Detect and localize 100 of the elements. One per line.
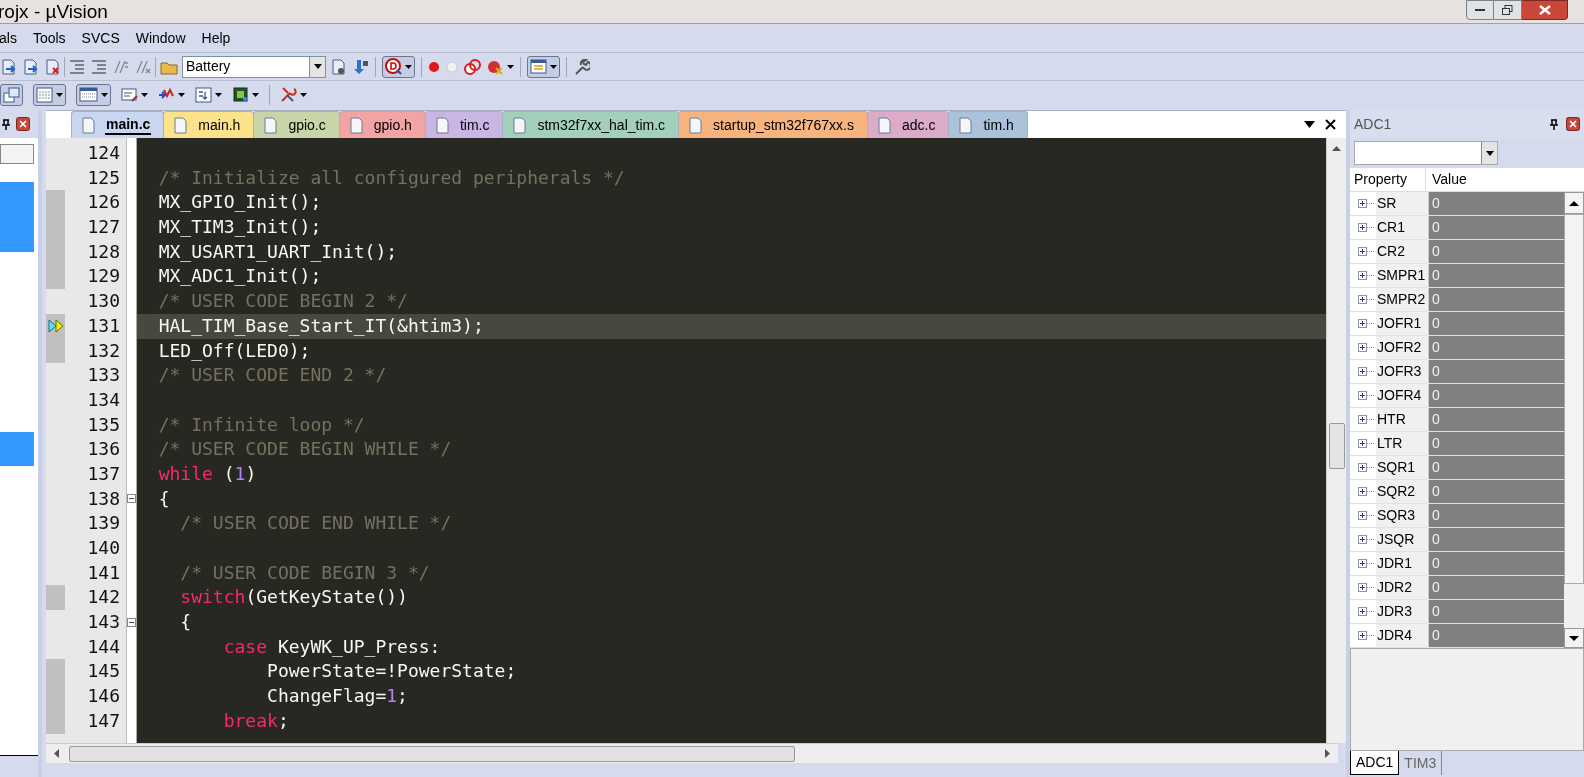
file-tab[interactable]: main.h: [163, 111, 255, 138]
register-value[interactable]: 0: [1428, 624, 1564, 647]
register-value[interactable]: 0: [1428, 312, 1564, 335]
breakpoint-cross-button[interactable]: [487, 58, 514, 75]
register-value[interactable]: 0: [1428, 456, 1564, 479]
scroll-up-icon[interactable]: [1332, 146, 1341, 151]
register-value[interactable]: 0: [1428, 528, 1564, 551]
serial-window-button[interactable]: [121, 86, 148, 103]
scroll-up-icon[interactable]: [1569, 200, 1579, 206]
expand-icon[interactable]: [1358, 607, 1374, 616]
breakpoint-icon[interactable]: [428, 60, 440, 73]
expand-icon[interactable]: [1358, 391, 1374, 400]
register-value[interactable]: 0: [1428, 264, 1564, 287]
expand-icon[interactable]: [1358, 631, 1374, 640]
file-tab[interactable]: gpio.h: [338, 111, 426, 138]
register-value[interactable]: 0: [1428, 192, 1564, 215]
register-value[interactable]: 0: [1428, 504, 1564, 527]
column-header[interactable]: Property: [1350, 168, 1426, 191]
panel-tab[interactable]: TIM3: [1399, 751, 1443, 775]
document-cross-icon[interactable]: [44, 58, 60, 75]
memory-window-button[interactable]: [33, 83, 66, 106]
close-icon[interactable]: [1566, 117, 1580, 131]
close-icon[interactable]: [16, 117, 30, 131]
expand-icon[interactable]: [1358, 511, 1374, 520]
collapse-icon[interactable]: [127, 617, 136, 627]
register-value[interactable]: 0: [1428, 288, 1564, 311]
horizontal-scrollbar[interactable]: [46, 743, 1338, 763]
file-tab[interactable]: tim.h: [948, 111, 1028, 138]
menu-item[interactable]: Window: [133, 27, 188, 49]
tools-button[interactable]: [280, 86, 307, 103]
register-value[interactable]: 0: [1428, 408, 1564, 431]
window-button[interactable]: [527, 55, 560, 78]
menu-item[interactable]: Tools: [30, 27, 68, 49]
vertical-scrollbar[interactable]: [1564, 192, 1584, 648]
register-value[interactable]: 0: [1428, 480, 1564, 503]
pin-icon[interactable]: [2, 118, 10, 130]
register-value[interactable]: 0: [1428, 384, 1564, 407]
expand-icon[interactable]: [1358, 199, 1374, 208]
windows-button[interactable]: [0, 83, 23, 106]
file-tab[interactable]: adc.c: [866, 111, 950, 138]
expand-icon[interactable]: [1358, 247, 1374, 256]
file-tab[interactable]: stm32f7xx_hal_tim.c: [502, 111, 680, 138]
register-value[interactable]: 0: [1428, 336, 1564, 359]
expand-icon[interactable]: [1358, 535, 1374, 544]
download-icon[interactable]: [352, 58, 369, 75]
register-value[interactable]: 0: [1428, 240, 1564, 263]
comment-icon[interactable]: [113, 58, 129, 75]
wrench-icon[interactable]: [573, 58, 590, 75]
scroll-thumb[interactable]: [1564, 214, 1584, 584]
menu-item[interactable]: als: [0, 27, 19, 49]
restore-button[interactable]: [1494, 0, 1522, 20]
expand-icon[interactable]: [1358, 559, 1374, 568]
indent-icon[interactable]: [69, 58, 85, 75]
register-value[interactable]: 0: [1428, 600, 1564, 623]
system-viewer-button[interactable]: [195, 86, 222, 103]
scroll-thumb[interactable]: [1328, 423, 1345, 469]
expand-icon[interactable]: [1358, 271, 1374, 280]
document-arrow-icon[interactable]: [0, 58, 16, 75]
register-value[interactable]: 0: [1428, 216, 1564, 239]
expand-icon[interactable]: [1358, 583, 1374, 592]
minimize-button[interactable]: [1466, 0, 1494, 20]
expand-icon[interactable]: [1358, 487, 1374, 496]
close-button[interactable]: [1522, 0, 1568, 20]
filter-field[interactable]: [0, 144, 34, 164]
document-arrow-icon[interactable]: [22, 58, 38, 75]
register-value[interactable]: 0: [1428, 576, 1564, 599]
expand-icon[interactable]: [1358, 415, 1374, 424]
file-tab[interactable]: main.c: [71, 111, 165, 138]
file-tab[interactable]: gpio.c: [253, 111, 340, 138]
pin-icon[interactable]: [1550, 118, 1558, 130]
uncomment-icon[interactable]: [135, 58, 151, 75]
grid-window-button[interactable]: [76, 83, 111, 106]
expand-icon[interactable]: [1358, 367, 1374, 376]
expand-icon[interactable]: [1358, 223, 1374, 232]
expand-icon[interactable]: [1358, 463, 1374, 472]
register-value[interactable]: 0: [1428, 360, 1564, 383]
debug-button[interactable]: [382, 55, 415, 78]
file-tab[interactable]: tim.c: [424, 111, 504, 138]
menu-item[interactable]: SVCS: [79, 27, 122, 49]
collapse-icon[interactable]: [127, 494, 136, 504]
register-value[interactable]: 0: [1428, 432, 1564, 455]
column-header[interactable]: Value: [1426, 169, 1467, 190]
scroll-thumb[interactable]: [69, 745, 795, 762]
expand-icon[interactable]: [1358, 343, 1374, 352]
close-icon[interactable]: [1325, 119, 1336, 130]
options-icon[interactable]: [330, 58, 346, 75]
menu-item[interactable]: Help: [199, 27, 233, 49]
expand-icon[interactable]: [1358, 319, 1374, 328]
register-value[interactable]: 0: [1428, 552, 1564, 575]
expand-icon[interactable]: [1358, 439, 1374, 448]
double-circle-icon[interactable]: [464, 58, 481, 75]
scroll-down-icon[interactable]: [1569, 635, 1579, 641]
chip-button[interactable]: [232, 86, 259, 103]
vertical-scrollbar[interactable]: [1326, 138, 1346, 743]
outdent-icon[interactable]: [91, 58, 107, 75]
dropdown-icon[interactable]: [1304, 121, 1315, 128]
scroll-left-icon[interactable]: [54, 749, 59, 758]
target-dropdown[interactable]: Battery: [182, 55, 326, 78]
panel-tab[interactable]: ADC1: [1350, 751, 1400, 775]
scroll-right-icon[interactable]: [1325, 749, 1330, 758]
